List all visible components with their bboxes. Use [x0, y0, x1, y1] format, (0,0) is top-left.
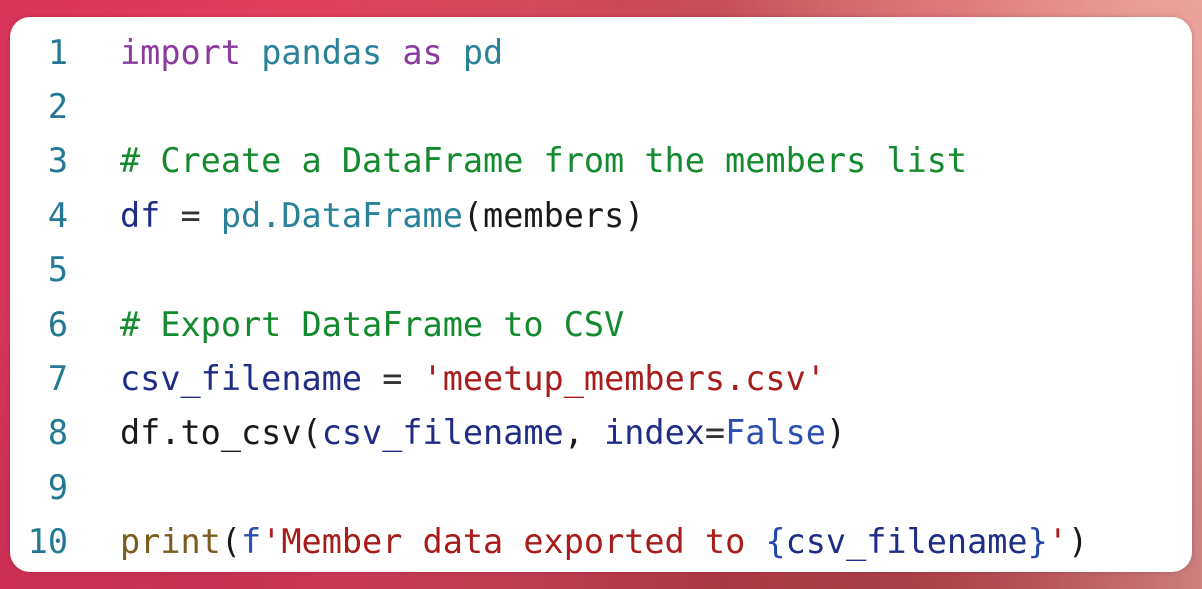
line-content: print(f'Member data exported to {csv_fil… [120, 522, 1088, 561]
plain-token: ) [1067, 522, 1089, 562]
variable-token: csv_filename [120, 359, 363, 399]
comment-token: # Create a DataFrame from the members li… [120, 141, 968, 181]
code-line: 1 import pandas as pd [10, 25, 1192, 79]
line-number: 5 [47, 250, 68, 290]
code-snippet-card: 1 import pandas as pd 2 3 # Create a Dat… [10, 17, 1192, 572]
plain-token: df.to_csv( [120, 413, 322, 453]
line-content: import pandas as pd [120, 33, 503, 72]
fstring-prefix-token: f [241, 522, 262, 562]
constant-token: False [725, 413, 826, 453]
code-line: 3 # Create a DataFrame from the members … [10, 134, 1192, 188]
brace-token: { [765, 522, 786, 562]
module-token: pandas [261, 32, 383, 72]
plain-token: , [563, 413, 605, 453]
plain-token: (members) [462, 195, 645, 235]
code-line: 5 [10, 243, 1192, 297]
line-number: 10 [27, 522, 68, 562]
keyword-token: import [120, 32, 242, 72]
line-number: 7 [47, 359, 68, 399]
string-token: 'meetup_members.csv' [422, 359, 826, 399]
variable-token: csv_filename [321, 413, 564, 453]
line-content: # Create a DataFrame from the members li… [120, 141, 967, 180]
string-token: 'Member data exported to [261, 522, 766, 562]
function-token: print [120, 522, 221, 562]
code-line: 7 csv_filename = 'meetup_members.csv' [10, 351, 1192, 405]
code-line: 8 df.to_csv(csv_filename, index=False) [10, 406, 1192, 460]
line-number: 4 [47, 195, 68, 235]
line-content: csv_filename = 'meetup_members.csv' [120, 359, 826, 398]
operator-token: = [160, 195, 221, 235]
line-content: # Export DataFrame to CSV [120, 305, 624, 344]
line-number: 2 [47, 87, 68, 127]
module-token: pd.DataFrame [220, 195, 463, 235]
code-line: 10 print(f'Member data exported to {csv_… [10, 515, 1192, 569]
code-line: 4 df = pd.DataFrame(members) [10, 188, 1192, 242]
code-line: 2 [10, 79, 1192, 133]
brace-token: } [1027, 522, 1048, 562]
string-token: ' [1047, 522, 1068, 562]
line-number: 9 [47, 467, 68, 507]
variable-token: df [120, 195, 161, 235]
parameter-token: index [604, 413, 705, 453]
keyword-token: as [402, 32, 443, 72]
code-block: 1 import pandas as pd 2 3 # Create a Dat… [10, 25, 1192, 569]
line-content: df.to_csv(csv_filename, index=False) [120, 413, 846, 452]
operator-token: = [362, 359, 423, 399]
code-line: 6 # Export DataFrame to CSV [10, 297, 1192, 351]
line-number: 1 [47, 32, 68, 72]
line-content: df = pd.DataFrame(members) [120, 196, 644, 235]
line-number: 3 [47, 141, 68, 181]
module-token: pd [462, 32, 504, 72]
variable-token: csv_filename [785, 522, 1028, 562]
operator-token: = [704, 413, 726, 453]
plain-token: ) [825, 413, 847, 453]
comment-token: # Export DataFrame to CSV [120, 304, 625, 344]
line-number: 6 [47, 304, 68, 344]
code-line: 9 [10, 460, 1192, 514]
plain-token: ( [220, 522, 242, 562]
line-number: 8 [47, 413, 68, 453]
